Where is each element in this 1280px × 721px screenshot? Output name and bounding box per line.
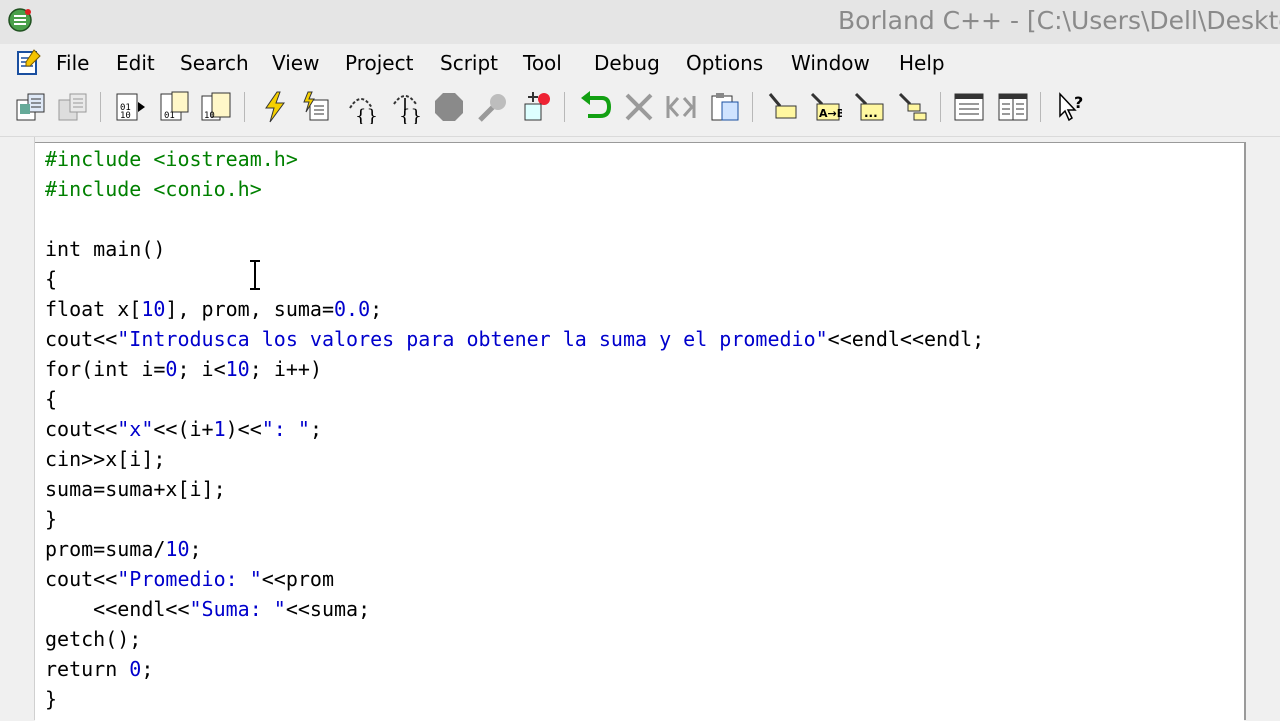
make-icon[interactable]: 01 xyxy=(158,90,192,124)
code-line[interactable]: cin>>x[i]; xyxy=(45,444,165,474)
toolbar: 01 10 01 10 {} {} A→B ... ? xyxy=(0,80,1280,137)
step-over-icon[interactable]: {} xyxy=(344,90,378,124)
open-project-icon[interactable] xyxy=(14,90,48,124)
svg-text:A→B: A→B xyxy=(819,107,842,120)
cut-icon[interactable] xyxy=(622,90,656,124)
stop-icon[interactable] xyxy=(432,90,466,124)
code-line[interactable]: getch(); xyxy=(45,624,141,654)
menu-file[interactable]: File xyxy=(56,51,89,75)
text-cursor-icon xyxy=(250,260,260,290)
code-line[interactable]: prom=suma/10; xyxy=(45,534,202,564)
code-line[interactable]: float x[10], prom, suma=0.0; xyxy=(45,294,382,324)
toolbar-separator xyxy=(564,92,565,122)
code-line[interactable]: { xyxy=(45,384,57,414)
code-line[interactable]: { xyxy=(45,264,57,294)
compile-icon[interactable]: 01 10 xyxy=(114,90,148,124)
svg-text:10: 10 xyxy=(204,111,215,121)
code-line[interactable]: #include <conio.h> xyxy=(45,174,262,204)
toolbar-separator xyxy=(100,92,101,122)
run-icon[interactable] xyxy=(258,90,292,124)
toolbar-separator xyxy=(752,92,753,122)
editor-gutter xyxy=(12,137,35,720)
undo-icon[interactable] xyxy=(578,90,612,124)
toolbar-separator xyxy=(1040,92,1041,122)
code-line[interactable]: cout<<"Promedio: "<<prom xyxy=(45,564,334,594)
svg-text:...: ... xyxy=(864,106,878,120)
code-line[interactable]: <<endl<<"Suma: "<<suma; xyxy=(45,594,370,624)
copy-icon[interactable] xyxy=(664,90,698,124)
paste-icon[interactable] xyxy=(708,90,742,124)
document-menu-icon[interactable] xyxy=(14,48,42,76)
menu-help[interactable]: Help xyxy=(899,51,945,75)
build-icon[interactable]: 10 xyxy=(200,90,234,124)
code-line[interactable]: suma=suma+x[i]; xyxy=(45,474,226,504)
svg-text:10: 10 xyxy=(120,111,131,121)
code-editor[interactable]: #include <iostream.h> #include <conio.h>… xyxy=(35,142,1244,721)
editor-left-margin xyxy=(0,137,12,720)
search-again-icon[interactable]: ... xyxy=(852,90,886,124)
menu-bar: File Edit Search View Project Script Too… xyxy=(0,44,1280,80)
code-line[interactable]: int main() xyxy=(45,234,165,264)
code-line[interactable]: cout<<"x"<<(i+1)<<": "; xyxy=(45,414,322,444)
find-icon[interactable] xyxy=(764,90,798,124)
code-line[interactable]: return 0; xyxy=(45,654,153,684)
debug-run-icon[interactable] xyxy=(300,90,334,124)
close-project-icon[interactable] xyxy=(56,90,90,124)
menu-project[interactable]: Project xyxy=(345,51,413,75)
inspect-icon[interactable] xyxy=(476,90,510,124)
right-panel xyxy=(1246,137,1280,720)
borland-app-icon[interactable] xyxy=(6,6,34,34)
toolbar-separator xyxy=(244,92,245,122)
code-line[interactable]: } xyxy=(45,504,57,534)
window-icon[interactable] xyxy=(952,90,986,124)
menu-search[interactable]: Search xyxy=(180,51,249,75)
toolbar-separator xyxy=(940,92,941,122)
tile-icon[interactable] xyxy=(996,90,1030,124)
menu-view[interactable]: View xyxy=(272,51,319,75)
code-line[interactable]: for(int i=0; i<10; i++) xyxy=(45,354,322,384)
code-line[interactable]: #include <iostream.h> xyxy=(45,144,298,174)
browse-icon[interactable] xyxy=(896,90,930,124)
trace-into-icon[interactable]: {} xyxy=(388,90,422,124)
svg-text:{}: {} xyxy=(399,106,422,124)
code-line[interactable]: } xyxy=(45,684,57,714)
help-icon[interactable]: ? xyxy=(1054,90,1088,124)
menu-options[interactable]: Options xyxy=(686,51,763,75)
replace-icon[interactable]: A→B xyxy=(808,90,842,124)
menu-edit[interactable]: Edit xyxy=(116,51,155,75)
title-bar: Borland C++ - [C:\Users\Dell\Deskto xyxy=(0,0,1280,44)
svg-text:01: 01 xyxy=(164,111,175,121)
code-line[interactable]: cout<<"Introdusca los valores para obten… xyxy=(45,324,984,354)
svg-text:?: ? xyxy=(1074,93,1083,112)
menu-tool[interactable]: Tool xyxy=(523,51,562,75)
menu-script[interactable]: Script xyxy=(440,51,498,75)
menu-window[interactable]: Window xyxy=(791,51,870,75)
window-title: Borland C++ - [C:\Users\Dell\Deskto xyxy=(838,6,1280,35)
svg-text:{}: {} xyxy=(355,106,378,124)
menu-debug[interactable]: Debug xyxy=(594,51,660,75)
breakpoint-icon[interactable] xyxy=(520,90,554,124)
code-text[interactable]: #include <iostream.h> #include <conio.h>… xyxy=(45,143,984,711)
